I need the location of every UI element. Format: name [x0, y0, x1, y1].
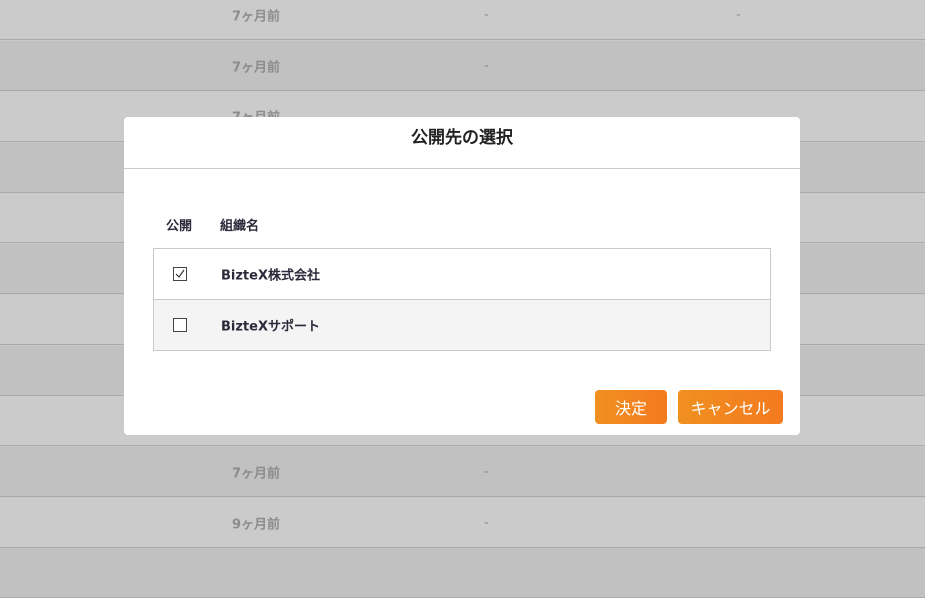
table-row: 9ヶ月前 - [0, 498, 925, 548]
relative-time: 9ヶ月前 [232, 517, 281, 532]
table-row: 7ヶ月前 - [0, 41, 925, 91]
table-cell: - [484, 58, 489, 73]
org-name: BizteX株式会社 [221, 268, 320, 284]
column-headers: 公開 組織名 [124, 215, 800, 235]
relative-time: 7ヶ月前 [232, 60, 281, 75]
relative-time: 7ヶ月前 [232, 9, 281, 24]
publish-target-dialog: 公開先の選択 公開 組織名 BizteX株式会社 BizteXサポート 決定 キ… [124, 117, 800, 435]
table-row [0, 548, 925, 598]
table-cell: - [736, 7, 741, 22]
column-header-public: 公開 [166, 219, 193, 234]
organization-list: BizteX株式会社 BizteXサポート [153, 248, 771, 351]
list-item[interactable]: BizteX株式会社 [154, 249, 770, 300]
table-row: 7ヶ月前 - - [0, 0, 925, 40]
table-cell: - [484, 464, 489, 479]
list-item[interactable]: BizteXサポート [154, 300, 770, 350]
dialog-title: 公開先の選択 [411, 128, 513, 148]
confirm-button[interactable]: 決定 [595, 390, 667, 424]
dialog-header: 公開先の選択 [124, 117, 800, 169]
check-icon [175, 269, 185, 278]
relative-time: 7ヶ月前 [232, 466, 281, 481]
column-header-org-name: 組織名 [220, 219, 260, 234]
org-name: BizteXサポート [221, 319, 320, 335]
cancel-button[interactable]: キャンセル [678, 390, 783, 424]
table-row: 7ヶ月前 - [0, 447, 925, 497]
public-checkbox[interactable] [173, 267, 187, 281]
table-cell: - [484, 7, 489, 22]
public-checkbox[interactable] [173, 318, 187, 332]
table-cell: - [484, 515, 489, 530]
